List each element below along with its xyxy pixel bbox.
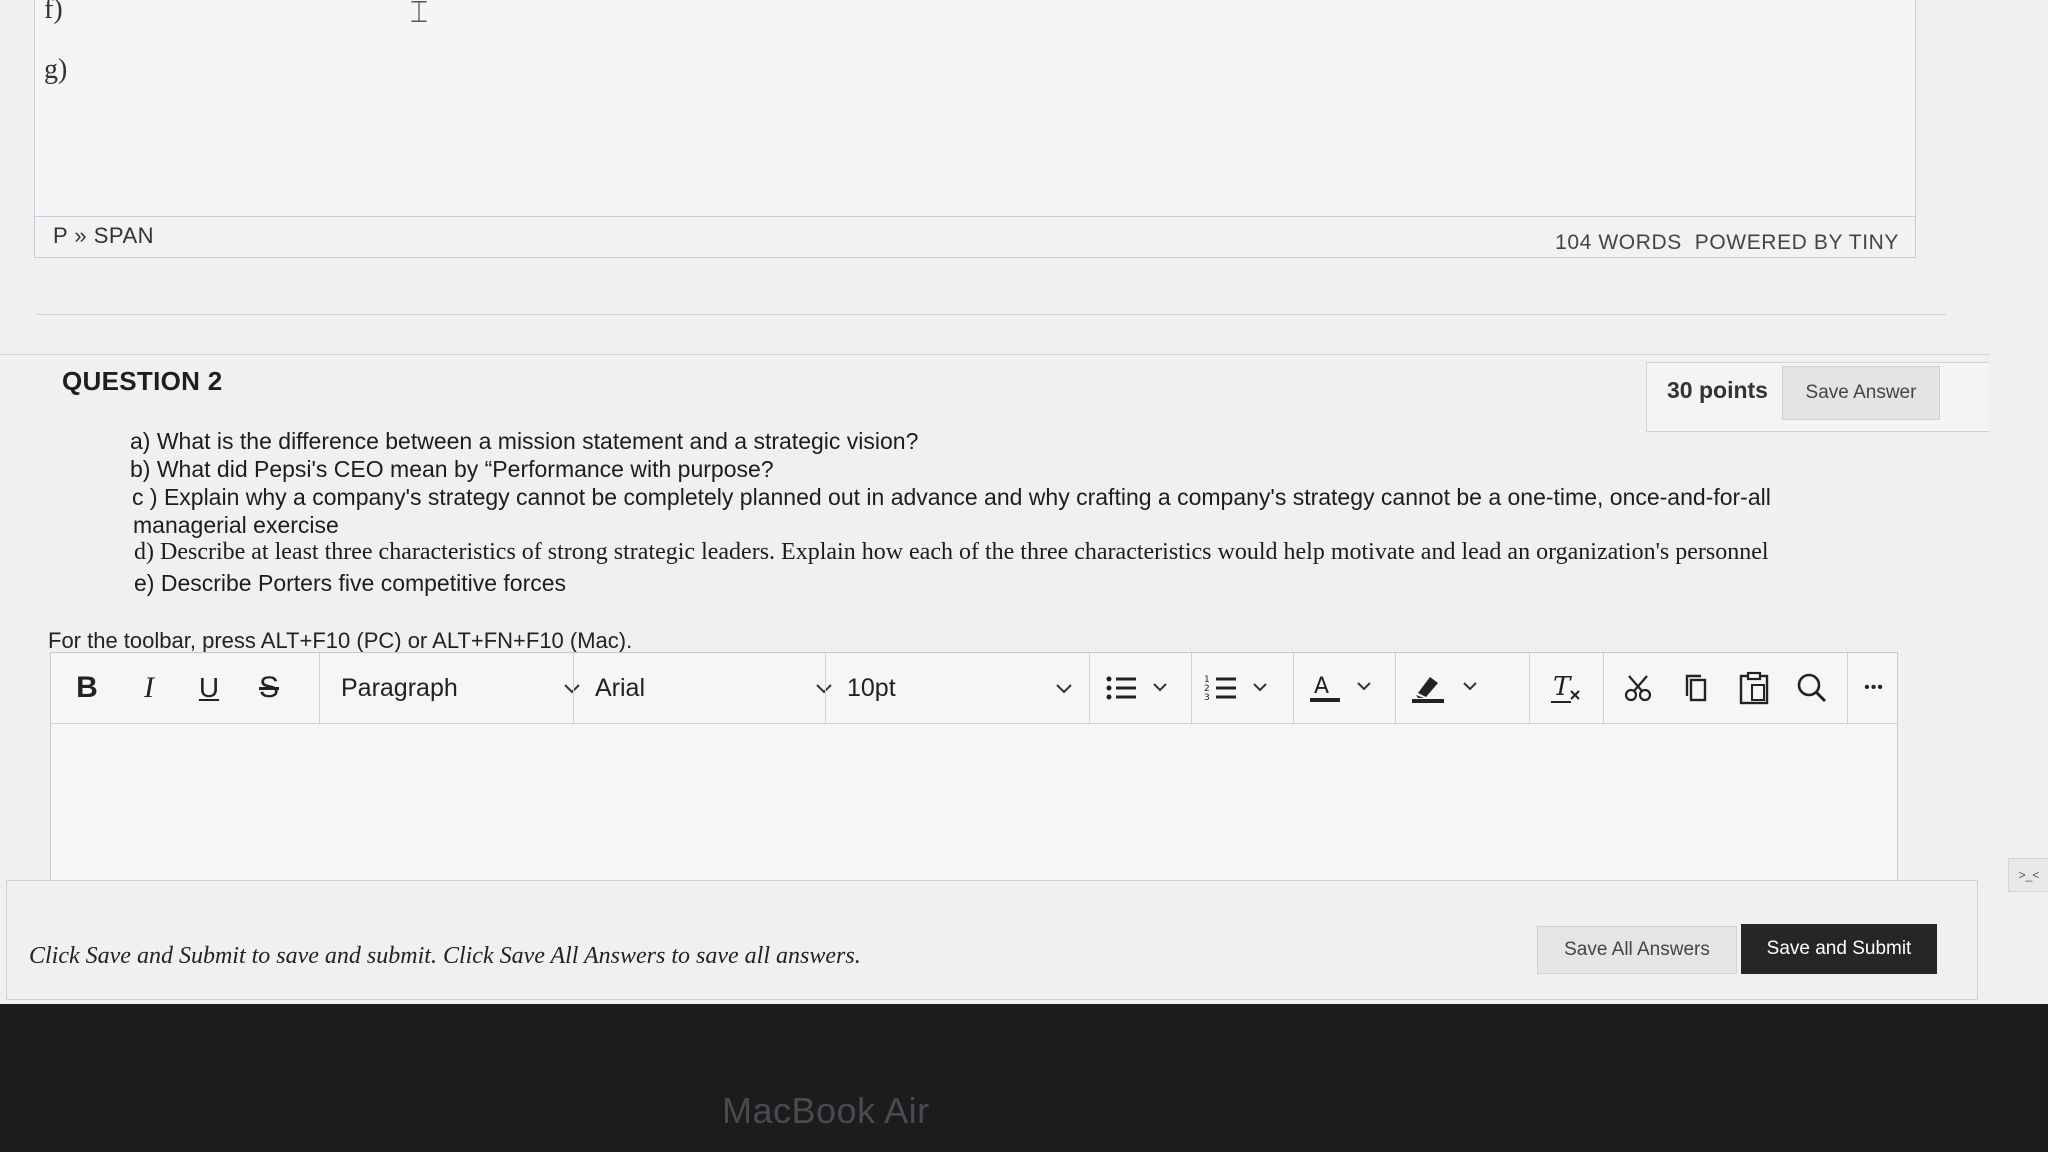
device-label: MacBook Air (722, 1090, 930, 1131)
question-points: 30 points (1667, 377, 1768, 403)
search-icon (1797, 673, 1827, 703)
svg-text:3: 3 (1204, 693, 1210, 703)
highlighter-icon (1412, 677, 1477, 703)
font-size-select[interactable]: 10pt (825, 665, 1087, 711)
prompt-line-d: d) Describe at least three characteristi… (134, 539, 1769, 565)
prompt-line-e: e) Describe Porters five competitive for… (134, 570, 567, 596)
previous-editor-line-g: g) (44, 54, 68, 85)
save-and-submit-button[interactable]: Save and Submit (1741, 924, 1937, 974)
strikethrough-button[interactable]: S (247, 665, 291, 711)
block-format-value: Paragraph (341, 673, 458, 702)
text-cursor-icon: ⌶ (410, 0, 428, 29)
editor-toolbar: B I U S Paragraph Arial 10pt 1 2 3 A T •… (51, 653, 1897, 724)
toolbar-separator (1603, 653, 1604, 723)
question-divider (0, 354, 1990, 355)
bullet-list-button[interactable] (1097, 665, 1181, 711)
prompt-line-a: a) What is the difference between a miss… (130, 428, 919, 454)
scissors-icon (1624, 675, 1652, 702)
toolbar-separator (1529, 653, 1530, 723)
underline-button[interactable]: U (187, 665, 231, 711)
numbered-list-button[interactable]: 1 2 3 (1197, 665, 1281, 711)
word-count[interactable]: 104 WORDS (1555, 231, 1682, 254)
numbered-list-icon: 1 2 3 (1204, 675, 1267, 703)
clear-formatting-button[interactable]: T (1535, 665, 1597, 711)
laptop-bezel: MacBook Air (0, 1004, 2048, 1152)
element-path[interactable]: P » SPAN (53, 223, 154, 249)
clear-formatting-icon: T (1551, 672, 1580, 703)
question-title: QUESTION 2 (62, 366, 223, 396)
editor-statusbar: P » SPAN 104 WORDS POWERED BY TINY (34, 216, 1916, 258)
prompt-line-c: c ) Explain why a company's strategy can… (132, 484, 1771, 510)
submit-bar: Click Save and Submit to save and submit… (6, 880, 1978, 1000)
font-family-select[interactable]: Arial (573, 665, 847, 711)
copy-button[interactable] (1671, 665, 1721, 711)
answer-editor: B I U S Paragraph Arial 10pt 1 2 3 A T •… (50, 652, 1898, 914)
svg-text:A: A (1314, 674, 1329, 699)
bold-button[interactable]: B (65, 665, 109, 711)
text-color-button[interactable]: A (1301, 665, 1385, 711)
previous-answer-editor[interactable] (34, 0, 1916, 218)
bullet-list-icon (1106, 676, 1167, 700)
copy-icon (1685, 674, 1707, 702)
font-size-value: 10pt (847, 673, 896, 702)
svg-text:T: T (1553, 672, 1572, 702)
font-family-value: Arial (595, 673, 646, 702)
italic-button[interactable]: I (127, 665, 171, 711)
toolbar-separator (1191, 653, 1192, 723)
more-options-button[interactable]: ••• (1851, 665, 1897, 711)
toolbar-hint: For the toolbar, press ALT+F10 (PC) or A… (48, 628, 633, 653)
powered-by-link[interactable]: POWERED BY TINY (1695, 231, 1899, 254)
previous-editor-line-f: f) (44, 0, 63, 25)
paste-button[interactable] (1729, 665, 1779, 711)
find-replace-button[interactable] (1787, 665, 1837, 711)
text-color-icon: A (1310, 674, 1371, 702)
save-all-answers-button[interactable]: Save All Answers (1537, 926, 1737, 974)
clipboard-icon (1739, 671, 1769, 705)
divider (36, 314, 1946, 315)
word-count-info: 104 WORDS POWERED BY TINY (1555, 231, 1899, 255)
submit-instructions: Click Save and Submit to save and submit… (29, 943, 861, 969)
block-format-select[interactable]: Paragraph (319, 665, 595, 711)
toolbar-separator (1293, 653, 1294, 723)
toolbar-separator (1847, 653, 1848, 723)
toolbar-separator (1089, 653, 1090, 723)
prompt-line-c-cont: managerial exercise (133, 512, 339, 538)
prompt-line-b: b) What did Pepsi's CEO mean by “Perform… (130, 456, 774, 482)
side-panel-handle[interactable]: >_< (2008, 858, 2048, 892)
cut-button[interactable] (1613, 665, 1663, 711)
chevron-down-icon (1056, 684, 1072, 694)
highlight-color-button[interactable] (1403, 665, 1491, 711)
toolbar-separator (1395, 653, 1396, 723)
save-answer-button[interactable]: Save Answer (1782, 366, 1940, 420)
